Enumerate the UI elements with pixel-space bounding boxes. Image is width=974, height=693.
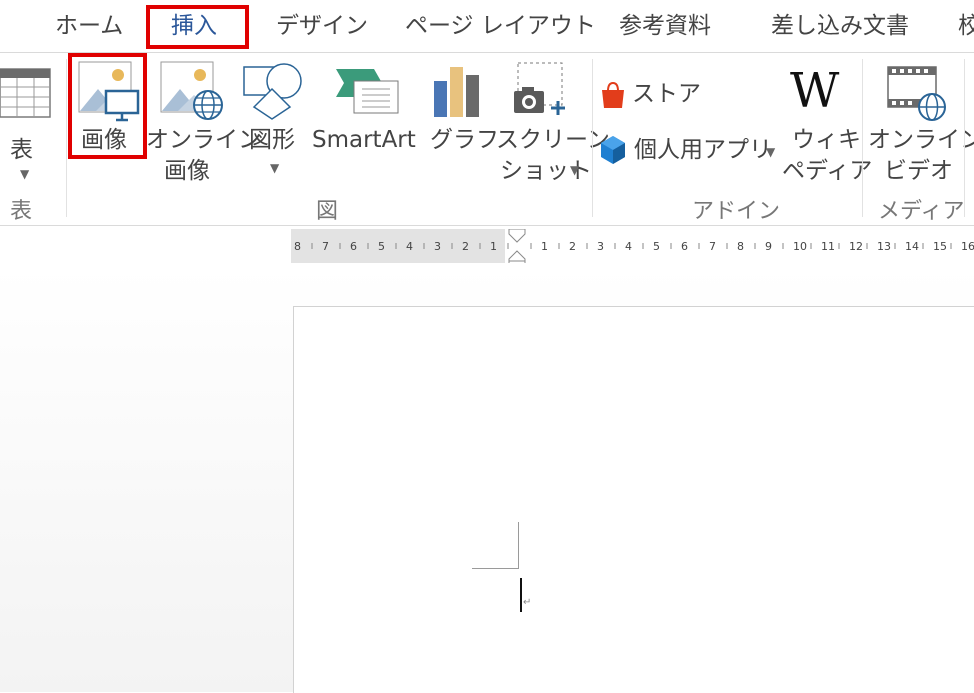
table-button[interactable]: 表 ▼: [0, 61, 60, 181]
ruler-number: 1: [541, 240, 548, 253]
ruler-number: 15: [933, 240, 947, 253]
chart-icon: [434, 67, 479, 117]
group-label-tables: 表: [10, 199, 33, 224]
chart-button[interactable]: グラフ: [426, 55, 499, 165]
my-addins-button[interactable]: 個人用アプリ ▼: [600, 133, 780, 167]
shapes-button[interactable]: 図形 ▼: [242, 55, 306, 185]
shapes-label: 図形: [249, 127, 295, 153]
my-addins-label: 個人用アプリ: [634, 137, 772, 163]
wikipedia-label-line2: ペディア: [782, 158, 873, 184]
ruler-number: 5: [653, 240, 660, 253]
ruler-number: 16: [961, 240, 974, 253]
group-label-illustrations: 図: [316, 199, 339, 224]
group-label-addins: アドイン: [692, 199, 781, 224]
wikipedia-button[interactable]: W ウィキ ペディア: [780, 55, 872, 185]
store-icon: [602, 81, 624, 108]
tab-review[interactable]: 校: [958, 8, 974, 44]
smartart-label: SmartArt: [312, 127, 416, 153]
tab-design[interactable]: デザイン: [276, 8, 368, 44]
ribbon-insert-panel: 表 ▼ 表 画像 オンライン 画像 図形 ▼ SmartArt グラフ スクリー…: [0, 52, 974, 226]
group-separator: [862, 59, 863, 217]
store-button[interactable]: ストア: [600, 77, 701, 111]
ruler-number: 9: [765, 240, 772, 253]
chevron-down-icon: ▼: [20, 167, 30, 181]
ruler-number: 1: [490, 240, 497, 253]
document-page[interactable]: ↵: [293, 306, 974, 693]
store-label: ストア: [632, 81, 701, 107]
horizontal-ruler[interactable]: 87654321 1 2 3 4 5 6 7 8 9 10 11 12 13 14 15 16: [291, 229, 974, 263]
online-picture-icon: [160, 61, 223, 120]
ruler-number: 10: [793, 240, 807, 253]
screenshot-button[interactable]: スクリーン ショット ▼: [494, 55, 610, 185]
ribbon-tab-bar: ホーム 挿入 デザイン ページ レイアウト 参考資料 差し込み文書 校: [0, 0, 974, 52]
smartart-icon: [336, 69, 399, 114]
ruler-number: 2: [569, 240, 576, 253]
group-separator: [66, 59, 67, 217]
ruler-number: 6: [681, 240, 688, 253]
addin-cube-icon: [601, 136, 625, 164]
group-separator: [592, 59, 593, 217]
ruler-number: 6: [350, 240, 357, 253]
ruler-number: 3: [597, 240, 604, 253]
picture-button-highlight: [68, 53, 147, 159]
text-cursor: [520, 578, 522, 612]
tab-references[interactable]: 参考資料: [619, 8, 711, 44]
margin-corner-mark: [472, 522, 519, 569]
ruler-number: 7: [322, 240, 329, 253]
ruler-number: 4: [625, 240, 632, 253]
wikipedia-label-line1: ウィキ: [792, 127, 861, 153]
online-video-icon: [887, 66, 946, 121]
group-separator: [964, 59, 965, 217]
ruler-number: 4: [406, 240, 413, 253]
online-picture-label-line2: 画像: [164, 158, 210, 184]
chevron-down-icon: ▼: [570, 163, 580, 177]
screenshot-icon: [514, 62, 565, 115]
table-label: 表: [10, 137, 33, 163]
ruler-number: 2: [462, 240, 469, 253]
ruler-number: 13: [877, 240, 891, 253]
chevron-down-icon: ▼: [766, 145, 776, 159]
insert-tab-highlight: [146, 5, 249, 49]
chart-label: グラフ: [430, 127, 499, 153]
ruler-number: 8: [737, 240, 744, 253]
shapes-icon: [243, 63, 302, 120]
online-video-label-line1: オンライン: [868, 127, 974, 153]
tab-page-layout[interactable]: ページ レイアウト: [405, 8, 596, 44]
ruler-number: 12: [849, 240, 863, 253]
chevron-down-icon: ▼: [270, 161, 280, 175]
paragraph-mark-icon: ↵: [523, 597, 532, 608]
tab-mailings[interactable]: 差し込み文書: [771, 8, 909, 44]
tab-home[interactable]: ホーム: [55, 8, 123, 44]
online-video-button[interactable]: オンライン ビデオ: [866, 55, 974, 185]
online-picture-button[interactable]: オンライン 画像: [146, 55, 261, 185]
smartart-button[interactable]: SmartArt: [310, 55, 420, 165]
ruler-number: 11: [821, 240, 835, 253]
ruler-number: 3: [434, 240, 441, 253]
ruler-number: 14: [905, 240, 919, 253]
ruler-number: 8: [294, 240, 301, 253]
ruler-number: 5: [378, 240, 385, 253]
group-label-media: メディア: [878, 199, 965, 224]
online-video-label-line2: ビデオ: [884, 158, 953, 184]
ruler-number: 7: [709, 240, 716, 253]
table-icon: [0, 68, 51, 118]
wikipedia-icon: W: [790, 63, 840, 119]
